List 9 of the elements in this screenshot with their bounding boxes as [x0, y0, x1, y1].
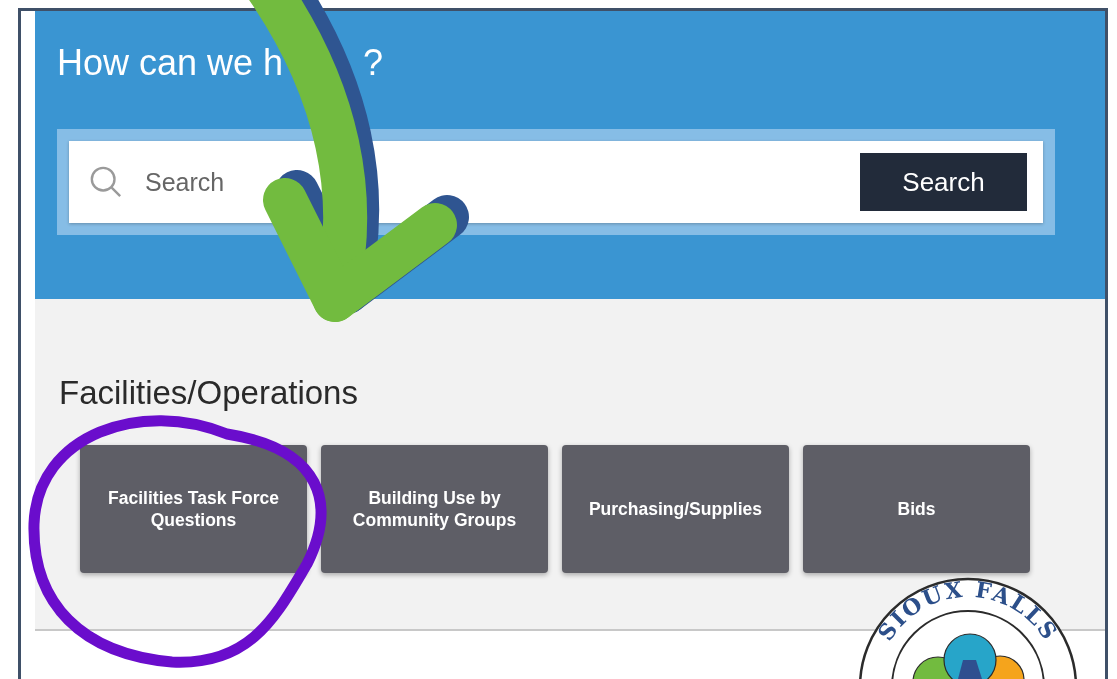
category-tile[interactable]: Bids: [803, 445, 1030, 573]
category-tile[interactable]: Facilities Task Force Questions: [80, 445, 307, 573]
search-icon: [89, 165, 123, 199]
section-heading: Facilities/Operations: [59, 373, 359, 413]
category-tile[interactable]: Purchasing/Supplies: [562, 445, 789, 573]
page-title: ?: [363, 41, 384, 85]
search-button[interactable]: Search: [860, 153, 1027, 211]
category-tile[interactable]: Building Use by Community Groups: [321, 445, 548, 573]
page-title: How can we h: [57, 41, 284, 85]
